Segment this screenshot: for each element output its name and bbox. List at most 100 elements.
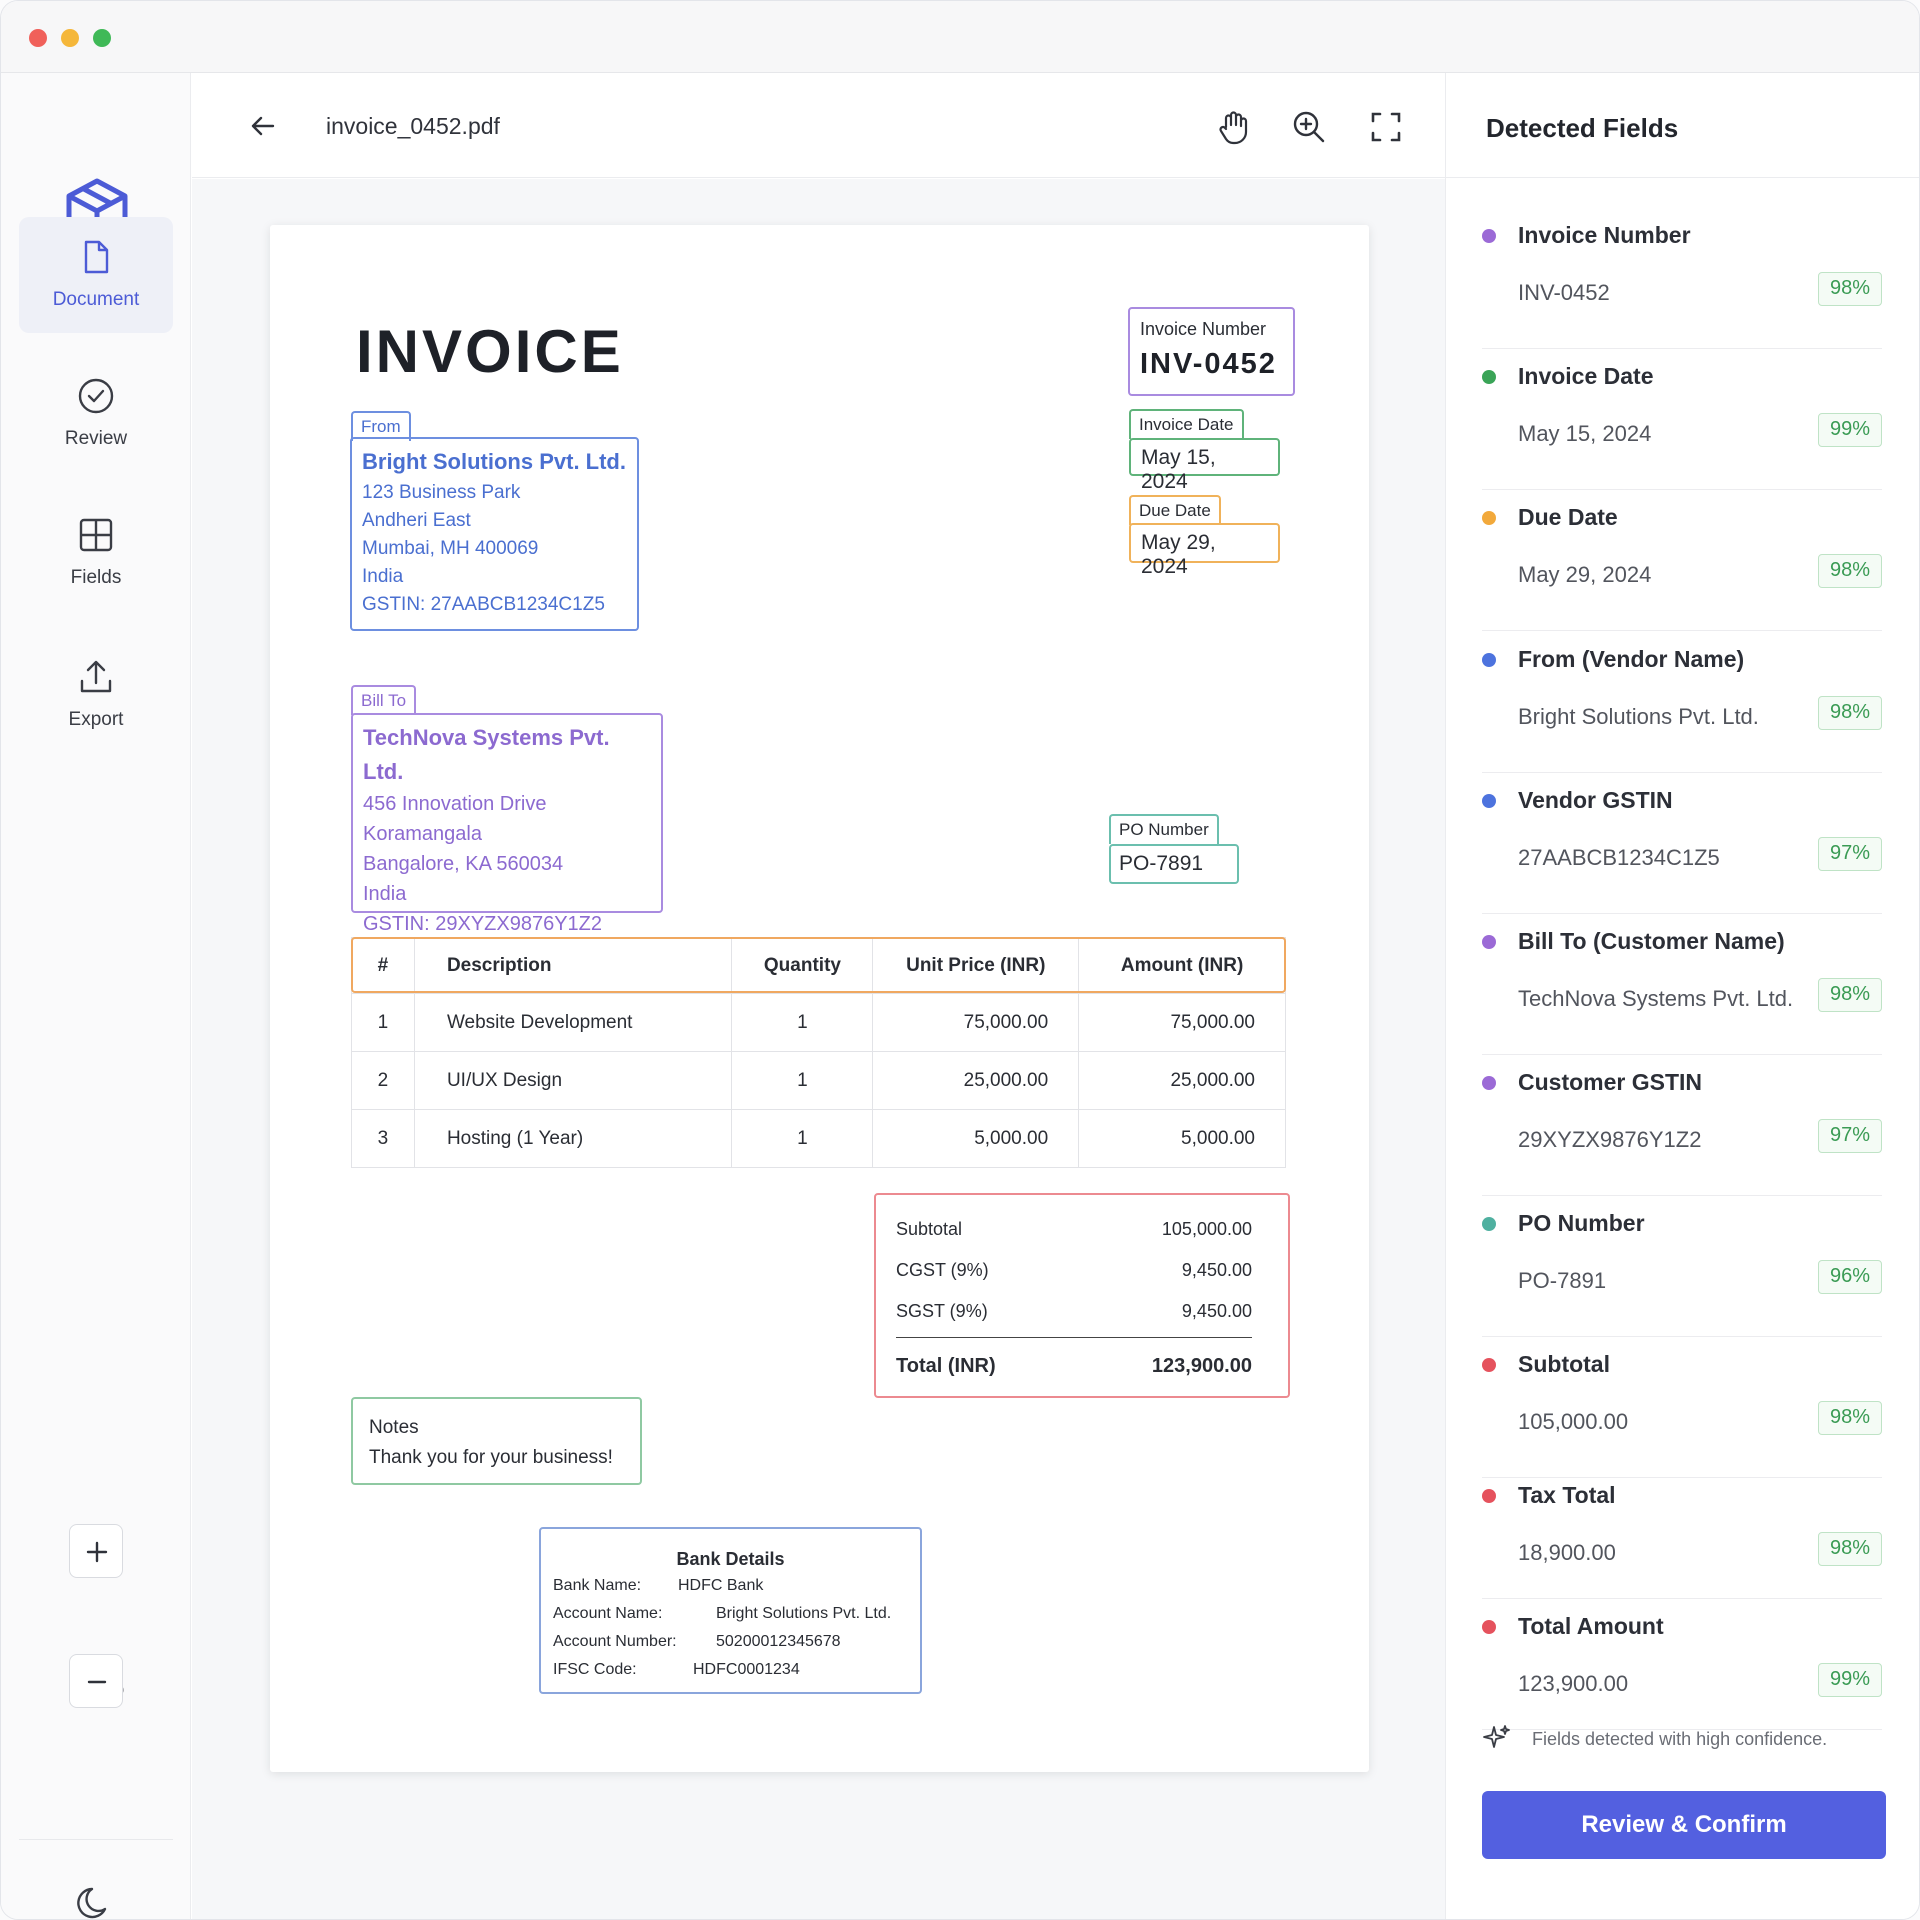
maximize-window-button[interactable] xyxy=(93,29,111,47)
field-value: May 15, 2024 xyxy=(1518,421,1652,446)
sidebar-item-document[interactable]: Document xyxy=(19,217,173,333)
table-cell: 25,000.00 xyxy=(872,1051,1080,1110)
field-value: 105,000.00 xyxy=(1518,1409,1629,1434)
sidebar-item-label: Review xyxy=(64,428,128,449)
field-value: TechNova Systems Pvt. Ltd. xyxy=(1518,986,1794,1011)
field-color-dot xyxy=(1482,1217,1496,1231)
field-label: Due Date xyxy=(1518,504,1618,530)
table-row[interactable]: 2 UI/UX Design 1 25,000.00 25,000.00 xyxy=(351,1051,1286,1110)
plus-icon xyxy=(86,1541,108,1563)
panel-title: Detected Fields xyxy=(1486,113,1679,143)
zoom-out-button[interactable] xyxy=(69,1654,123,1708)
fullscreen-icon[interactable] xyxy=(1366,107,1406,147)
field-color-dot xyxy=(1482,370,1496,384)
notes-highlight[interactable]: Notes Thank you for your business! xyxy=(351,1397,642,1485)
total-row: Total (INR) 123,900.00 xyxy=(896,1355,1252,1378)
field-value: 123,900.00 xyxy=(1518,1671,1629,1696)
cgst-label: CGST (9%) xyxy=(896,1260,989,1280)
bank-details-highlight[interactable]: Bank Details Bank Name: HDFC Bank Accoun… xyxy=(539,1527,922,1694)
detected-field-item[interactable]: Subtotal 105,000.00 98% xyxy=(1482,1337,1882,1478)
subtotal-row: Subtotal 105,000.00 xyxy=(896,1219,1252,1240)
back-arrow-icon[interactable] xyxy=(248,111,278,141)
table-cell: Website Development xyxy=(413,993,733,1052)
minimize-window-button[interactable] xyxy=(61,29,79,47)
field-color-dot xyxy=(1482,1358,1496,1372)
field-color-dot xyxy=(1482,794,1496,808)
customer-address-line: 456 Innovation Drive xyxy=(363,793,547,815)
confidence-badge: 98% xyxy=(1818,554,1882,588)
total-value: 123,900.00 xyxy=(1151,1355,1252,1377)
sidebar-item-review[interactable]: Review xyxy=(19,356,173,472)
vendor-address-line: 123 Business Park xyxy=(362,482,521,503)
divider xyxy=(19,1839,173,1840)
sidebar-item-label: Document xyxy=(52,289,140,310)
sgst-value: 9,450.00 xyxy=(1181,1301,1252,1321)
bill-to-highlight[interactable]: TechNova Systems Pvt. Ltd. 456 Innovatio… xyxy=(351,713,663,935)
detected-field-item[interactable]: Vendor GSTIN 27AABCB1234C1Z5 97% xyxy=(1482,773,1882,914)
field-value: May 29, 2024 xyxy=(1518,562,1652,587)
divider xyxy=(1446,177,1919,178)
confidence-badge: 97% xyxy=(1818,1119,1882,1153)
line-items-table: # Description Quantity Unit Price (INR) … xyxy=(351,937,1286,1168)
detected-field-item[interactable]: PO Number PO-7891 96% xyxy=(1482,1196,1882,1337)
field-label: Invoice Date xyxy=(1518,363,1654,389)
table-row[interactable]: 1 Website Development 1 75,000.00 75,000… xyxy=(351,993,1286,1052)
detected-field-item[interactable]: Invoice Number INV-0452 98% xyxy=(1482,208,1882,349)
field-label: From (Vendor Name) xyxy=(1518,646,1745,672)
detected-field-item[interactable]: Due Date May 29, 2024 98% xyxy=(1482,490,1882,631)
invoice-date-tag: Invoice Date xyxy=(1129,409,1244,439)
table-cell: 25,000.00 xyxy=(1078,1051,1286,1110)
close-window-button[interactable] xyxy=(29,29,47,47)
ifsc-label: IFSC Code: xyxy=(553,1661,637,1678)
sidebar-item-export[interactable]: Export xyxy=(19,637,173,753)
column-header: Quantity xyxy=(731,937,874,994)
detected-field-item[interactable]: Total Amount 123,900.00 99% xyxy=(1482,1599,1882,1730)
field-label: Customer GSTIN xyxy=(1518,1069,1703,1095)
zoom-magnifier-icon[interactable] xyxy=(1289,107,1329,147)
field-label: Total Amount xyxy=(1518,1613,1664,1639)
detected-field-item[interactable]: Tax Total 18,900.00 98% xyxy=(1482,1468,1882,1599)
detected-field-item[interactable]: Customer GSTIN 29XYZX9876Y1Z2 97% xyxy=(1482,1055,1882,1196)
totals-highlight[interactable]: Subtotal 105,000.00 CGST (9%) 9,450.00 S… xyxy=(874,1193,1290,1398)
detected-fields-panel: Detected Fields Invoice Number INV-0452 98… xyxy=(1445,73,1919,1919)
field-color-dot xyxy=(1482,1620,1496,1634)
detected-field-item[interactable]: Bill To (Customer Name) TechNova Systems … xyxy=(1482,914,1882,1055)
column-header: Amount (INR) xyxy=(1078,937,1286,994)
subtotal-value: 105,000.00 xyxy=(1161,1219,1252,1239)
cgst-row: CGST (9%) 9,450.00 xyxy=(896,1260,1252,1281)
invoice-page: INVOICE Invoice Number INV-0452 Invoice … xyxy=(270,225,1369,1772)
detected-field-item[interactable]: From (Vendor Name) Bright Solutions Pvt. … xyxy=(1482,632,1882,773)
due-date-value[interactable]: May 29, 2024 xyxy=(1129,523,1280,578)
field-value: Bright Solutions Pvt. Ltd. xyxy=(1518,704,1759,729)
hand-tool-icon[interactable] xyxy=(1214,107,1254,147)
upload-icon xyxy=(80,660,112,693)
po-number-value[interactable]: PO-7891 xyxy=(1109,844,1239,884)
from-address-highlight[interactable]: Bright Solutions Pvt. Ltd. 123 Business … xyxy=(350,437,639,631)
file-name: invoice_0452.pdf xyxy=(326,113,500,139)
confidence-badge: 96% xyxy=(1818,1260,1882,1294)
table-cell: 3 xyxy=(351,1109,415,1168)
invoice-date-value[interactable]: May 15, 2024 xyxy=(1129,438,1280,493)
field-value: 27AABCB1234C1Z5 xyxy=(1518,845,1720,870)
po-number-tag: PO Number xyxy=(1109,814,1219,844)
customer-address-line: India xyxy=(363,883,407,905)
notes-label: Notes xyxy=(369,1417,419,1438)
table-row[interactable]: 3 Hosting (1 Year) 1 5,000.00 5,000.00 xyxy=(351,1109,1286,1168)
zoom-in-button[interactable] xyxy=(69,1524,123,1578)
review-confirm-button[interactable]: Review & Confirm xyxy=(1482,1791,1886,1859)
confidence-note: Fields detected with high confidence. xyxy=(1482,1723,1827,1758)
confidence-badge: 98% xyxy=(1818,1401,1882,1435)
sgst-label: SGST (9%) xyxy=(896,1301,988,1321)
confidence-badge: 98% xyxy=(1818,696,1882,730)
vendor-name: Bright Solutions Pvt. Ltd. xyxy=(362,449,626,474)
invoice-number-highlight[interactable]: Invoice Number INV-0452 xyxy=(1128,307,1295,396)
confidence-badge: 98% xyxy=(1818,978,1882,1012)
moon-icon[interactable] xyxy=(75,1883,115,1920)
confidence-badge: 99% xyxy=(1818,413,1882,447)
detected-field-item[interactable]: Invoice Date May 15, 2024 99% xyxy=(1482,349,1882,490)
table-cell: Hosting (1 Year) xyxy=(413,1109,733,1168)
sidebar-item-fields[interactable]: Fields xyxy=(19,495,173,611)
sidebar-item-label: Export xyxy=(68,709,124,730)
table-cell: 75,000.00 xyxy=(872,993,1080,1052)
bank-name-label: Bank Name: xyxy=(553,1577,642,1594)
